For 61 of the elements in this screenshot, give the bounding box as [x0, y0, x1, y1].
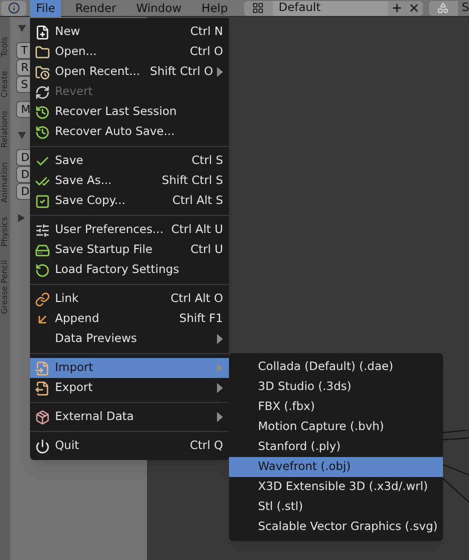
import-icon — [35, 360, 50, 376]
close-icon — [408, 2, 420, 14]
link-icon — [35, 292, 50, 306]
refresh-icon — [35, 84, 50, 100]
menu-item[interactable]: User Preferences... Ctrl Alt U — [30, 220, 229, 240]
menu-item[interactable]: Scalable Vector Graphics (.svg) — [229, 517, 443, 537]
export-icon — [35, 380, 50, 396]
menu-item[interactable]: Import — [30, 358, 229, 378]
menu-item[interactable]: Stl (.stl) — [229, 497, 443, 517]
folder-clock-icon — [35, 64, 50, 80]
folder-icon — [35, 44, 50, 60]
menu-item[interactable]: External Data — [30, 407, 229, 427]
menu-item[interactable]: Open... Ctrl O — [30, 42, 229, 62]
menu-item[interactable]: New Ctrl N — [30, 22, 229, 42]
add-button[interactable] — [388, 0, 406, 16]
editor-type-button[interactable] — [1, 0, 26, 16]
sliders-icon — [35, 222, 50, 238]
drive-icon — [35, 242, 50, 258]
history-icon — [35, 124, 50, 140]
shapes-icon — [437, 2, 450, 14]
menu-item[interactable]: Save Ctrl S — [30, 151, 229, 171]
menu-item[interactable]: Export — [30, 378, 229, 398]
package-icon — [35, 410, 50, 424]
checkbox-icon — [35, 194, 50, 208]
menu-item[interactable]: Save Copy... Ctrl Alt S — [30, 191, 229, 211]
screen-layout-field[interactable]: Default — [272, 0, 388, 16]
menu-item[interactable]: Open Recent... Shift Ctrl O — [30, 62, 229, 82]
menu-item[interactable]: Stanford (.ply) — [229, 437, 443, 457]
plus-icon — [390, 2, 403, 14]
new-file-icon — [35, 24, 50, 40]
submenu-arrow-icon — [217, 67, 223, 77]
menu-tab[interactable]: Help — [196, 0, 234, 16]
menu-tab[interactable]: Render — [69, 0, 122, 16]
close-button[interactable] — [406, 0, 423, 16]
scene-label: S — [462, 0, 469, 16]
info-icon — [8, 2, 20, 14]
menu-item[interactable]: X3D Extensible 3D (.x3d/.wrl) — [229, 477, 443, 497]
layout-button[interactable] — [244, 0, 273, 16]
menu-item[interactable]: Link Ctrl Alt O — [30, 289, 229, 309]
submenu-arrow-icon — [217, 334, 223, 344]
menu-item[interactable]: Append Shift F1 — [30, 309, 229, 329]
menu-item[interactable]: Load Factory Settings — [30, 260, 229, 280]
menu-item[interactable]: Recover Auto Save... — [30, 122, 229, 142]
history-icon — [35, 104, 50, 120]
menu-item[interactable]: Recover Last Session — [30, 102, 229, 122]
power-icon — [35, 438, 50, 454]
scene-button[interactable] — [428, 0, 458, 16]
menu-item[interactable]: Save As... Shift Ctrl S — [30, 171, 229, 191]
rotate-icon — [35, 262, 50, 278]
menu-item[interactable]: Save Startup File Ctrl U — [30, 240, 229, 260]
menu-item[interactable]: Quit Ctrl Q — [30, 436, 229, 456]
menu-item[interactable]: Motion Capture (.bvh) — [229, 417, 443, 437]
menu-item[interactable]: Wavefront (.obj) — [229, 457, 443, 477]
submenu-arrow-icon — [217, 412, 223, 422]
grid-layout-icon — [252, 2, 264, 14]
menu-item[interactable]: Collada (Default) (.dae) — [229, 357, 443, 377]
menu-tab[interactable]: Window — [130, 0, 188, 16]
menu-item[interactable]: Data Previews — [30, 329, 229, 349]
menu-tab[interactable]: File — [30, 0, 62, 16]
menu-item[interactable]: 3D Studio (.3ds) — [229, 377, 443, 397]
menu-item[interactable]: FBX (.fbx) — [229, 397, 443, 417]
